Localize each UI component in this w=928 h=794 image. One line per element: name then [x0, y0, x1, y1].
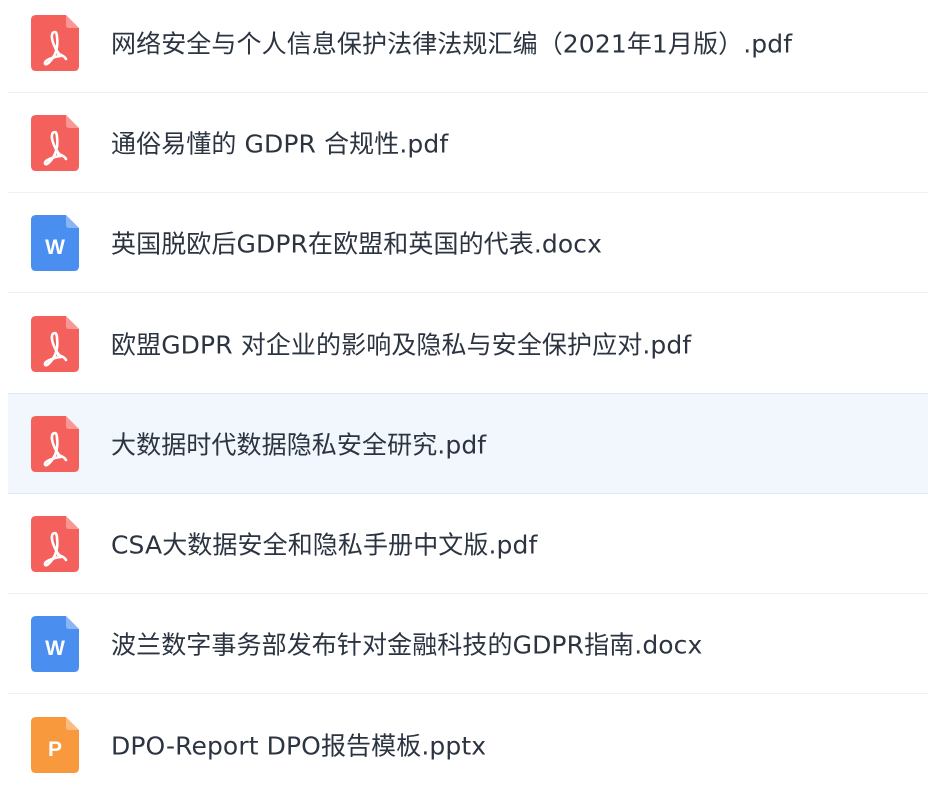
pdf-icon	[31, 516, 79, 572]
file-list: 网络安全与个人信息保护法律法规汇编（2021年1月版）.pdf 通俗易懂的 GD…	[0, 0, 928, 789]
file-name: CSA大数据安全和隐私手册中文版.pdf	[111, 530, 538, 560]
file-name: 英国脱欧后GDPR在欧盟和英国的代表.docx	[111, 229, 603, 259]
file-row[interactable]: CSA大数据安全和隐私手册中文版.pdf	[8, 495, 928, 594]
file-name: 欧盟GDPR 对企业的影响及隐私与安全保护应对.pdf	[111, 329, 692, 359]
word-icon: W	[31, 616, 79, 672]
file-name: 通俗易懂的 GDPR 合规性.pdf	[111, 129, 449, 159]
file-name: DPO-Report DPO报告模板.pptx	[111, 730, 487, 760]
pdf-icon	[31, 315, 79, 372]
file-row[interactable]: 通俗易懂的 GDPR 合规性.pdf	[8, 94, 928, 193]
svg-text:W: W	[45, 637, 65, 660]
powerpoint-icon: P	[31, 716, 79, 773]
file-row[interactable]: 欧盟GDPR 对企业的影响及隐私与安全保护应对.pdf	[8, 294, 928, 393]
file-row[interactable]: 网络安全与个人信息保护法律法规汇编（2021年1月版）.pdf	[8, 0, 928, 93]
pdf-icon	[31, 415, 79, 472]
file-row-selected[interactable]: 大数据时代数据隐私安全研究.pdf	[8, 393, 928, 494]
file-row[interactable]: W 波兰数字事务部发布针对金融科技的GDPR指南.docx	[8, 595, 928, 694]
word-icon: W	[31, 215, 79, 271]
pdf-icon	[31, 15, 79, 71]
file-name: 网络安全与个人信息保护法律法规汇编（2021年1月版）.pdf	[111, 29, 793, 59]
pdf-icon	[31, 115, 79, 171]
file-name: 波兰数字事务部发布针对金融科技的GDPR指南.docx	[111, 630, 703, 660]
svg-text:P: P	[48, 738, 62, 761]
svg-text:W: W	[45, 236, 65, 259]
file-row[interactable]: P DPO-Report DPO报告模板.pptx	[8, 695, 928, 794]
file-name: 大数据时代数据隐私安全研究.pdf	[111, 429, 487, 459]
file-row[interactable]: W 英国脱欧后GDPR在欧盟和英国的代表.docx	[8, 194, 928, 293]
